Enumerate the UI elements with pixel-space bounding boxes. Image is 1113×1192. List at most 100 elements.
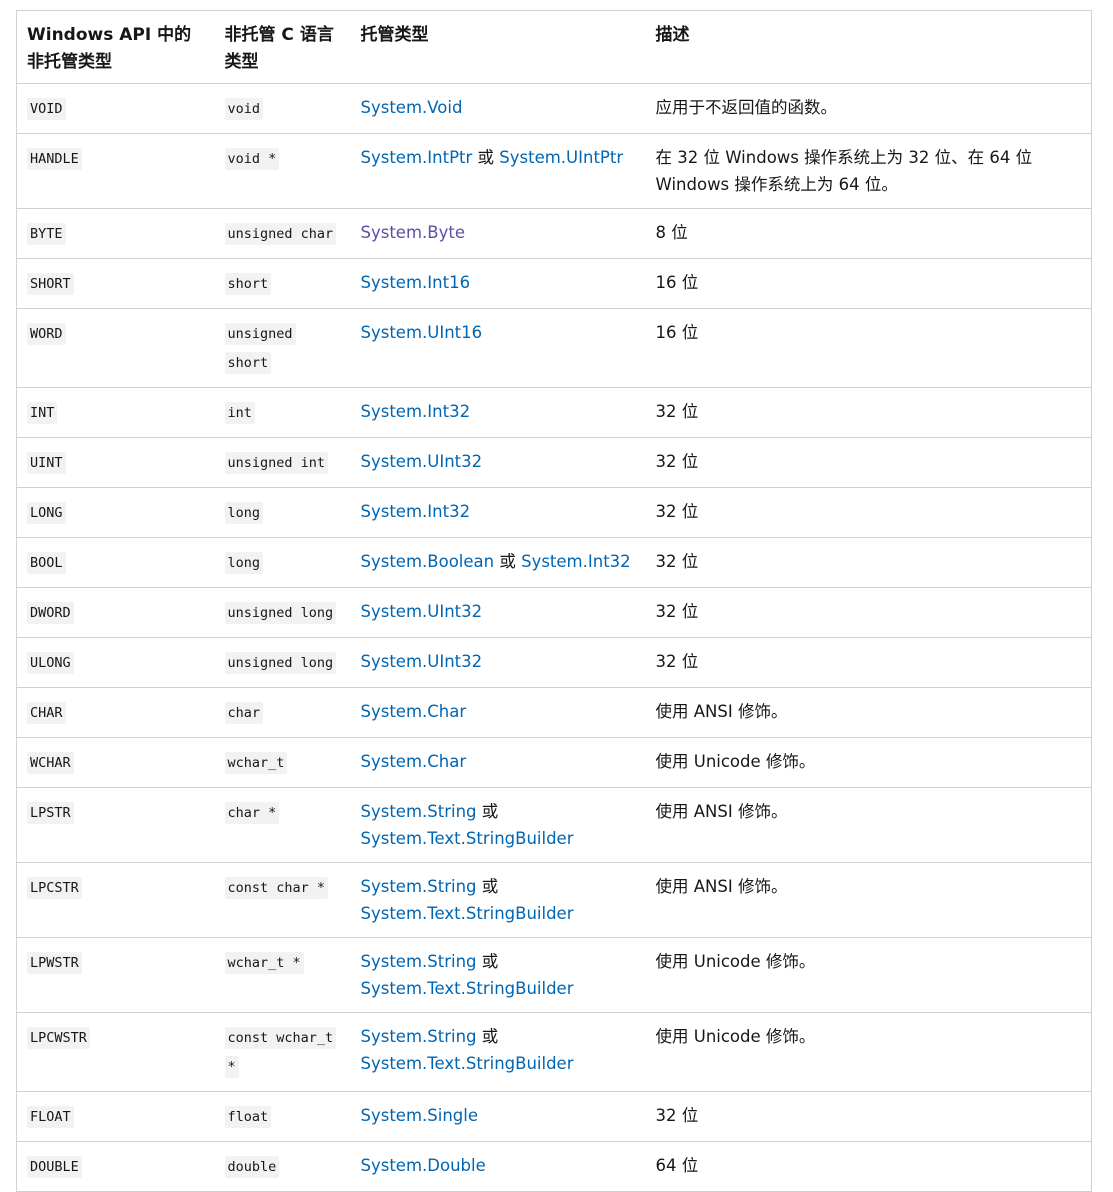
managed-type-cell: System.String 或 System.Text.StringBuilder xyxy=(350,1012,646,1092)
managed-type-link[interactable]: System.String xyxy=(361,802,477,821)
windows-api-type-cell: SHORT xyxy=(16,258,215,309)
managed-type-cell: System.UInt32 xyxy=(350,637,646,688)
description-cell: 使用 ANSI 修饰。 xyxy=(645,862,1092,938)
c-type-cell: short xyxy=(214,258,351,309)
c-type: float xyxy=(224,1106,272,1128)
description-cell: 32 位 xyxy=(645,387,1092,438)
c-type-cell: int xyxy=(214,387,351,438)
managed-type-link[interactable]: System.Text.StringBuilder xyxy=(361,829,574,848)
table-row: LPSTR char * System.String 或 System.Text.St… xyxy=(16,787,1092,863)
c-type-cell: const wchar_t * xyxy=(214,1012,351,1092)
c-type: char * xyxy=(224,802,280,824)
managed-type-cell: System.UInt32 xyxy=(350,437,646,488)
c-type-cell: float xyxy=(214,1091,351,1142)
table-row: WORD unsigned short System.UInt16 16 位 xyxy=(16,308,1092,388)
managed-type-cell: System.Void xyxy=(350,83,646,134)
managed-type-link[interactable]: System.Int32 xyxy=(361,402,471,421)
or-separator: 或 xyxy=(481,802,499,821)
managed-type-link[interactable]: System.Int32 xyxy=(361,502,471,521)
header-row: Windows API 中的非托管类型 非托管 C 语言类型 托管类型 描述 xyxy=(16,10,1092,84)
managed-type-cell: System.String 或 System.Text.StringBuilder xyxy=(350,787,646,863)
windows-api-type-cell: CHAR xyxy=(16,687,215,738)
windows-api-type: LPCWSTR xyxy=(27,1027,90,1049)
description-cell: 32 位 xyxy=(645,537,1092,588)
managed-type-cell: System.String 或 System.Text.StringBuilder xyxy=(350,862,646,938)
c-type-cell: wchar_t * xyxy=(214,937,351,1013)
managed-type-link[interactable]: System.Char xyxy=(361,752,467,771)
windows-api-type: INT xyxy=(27,402,58,424)
table-row: VOID void System.Void 应用于不返回值的函数。 xyxy=(16,83,1092,134)
managed-type-link[interactable]: System.Boolean xyxy=(361,552,495,571)
managed-type-cell: System.Boolean 或 System.Int32 xyxy=(350,537,646,588)
c-type-cell: char xyxy=(214,687,351,738)
c-type: unsigned long xyxy=(224,602,337,624)
description-cell: 使用 Unicode 修饰。 xyxy=(645,1012,1092,1092)
table-row: LONG long System.Int32 32 位 xyxy=(16,487,1092,538)
windows-api-type-cell: FLOAT xyxy=(16,1091,215,1142)
windows-api-type: CHAR xyxy=(27,702,66,724)
managed-type-link[interactable]: System.UInt16 xyxy=(361,323,483,342)
c-type: double xyxy=(224,1156,280,1178)
managed-type-link[interactable]: System.Void xyxy=(361,98,463,117)
windows-api-type-cell: UINT xyxy=(16,437,215,488)
managed-type-link[interactable]: System.String xyxy=(361,1027,477,1046)
header-c-type: 非托管 C 语言类型 xyxy=(214,10,351,84)
managed-type-cell: System.String 或 System.Text.StringBuilder xyxy=(350,937,646,1013)
table-row: DWORD unsigned long System.UInt32 32 位 xyxy=(16,587,1092,638)
windows-api-type: UINT xyxy=(27,452,66,474)
c-type: short xyxy=(224,273,272,295)
table-row: WCHAR wchar_t System.Char 使用 Unicode 修饰。 xyxy=(16,737,1092,788)
windows-api-type: VOID xyxy=(27,98,66,120)
c-type-cell: unsigned short xyxy=(214,308,351,388)
or-separator: 或 xyxy=(477,148,495,167)
managed-type-link[interactable]: System.UInt32 xyxy=(361,652,483,671)
managed-type-link[interactable]: System.UInt32 xyxy=(361,452,483,471)
c-type: const char * xyxy=(224,877,329,899)
managed-type-link[interactable]: System.String xyxy=(361,952,477,971)
windows-api-type-cell: INT xyxy=(16,387,215,438)
type-mapping-table-container: Windows API 中的非托管类型 非托管 C 语言类型 托管类型 描述 V… xyxy=(16,10,1092,1192)
header-managed-type: 托管类型 xyxy=(350,10,646,84)
c-type: unsigned short xyxy=(224,323,296,374)
windows-api-type-cell: LPSTR xyxy=(16,787,215,863)
managed-type-cell: System.Char xyxy=(350,737,646,788)
table-body: VOID void System.Void 应用于不返回值的函数。 HANDLE void… xyxy=(16,83,1092,1192)
description-cell: 32 位 xyxy=(645,437,1092,488)
type-mapping-table: Windows API 中的非托管类型 非托管 C 语言类型 托管类型 描述 V… xyxy=(16,10,1092,1192)
windows-api-type-cell: DOUBLE xyxy=(16,1141,215,1192)
c-type-cell: unsigned char xyxy=(214,208,351,259)
description-cell: 8 位 xyxy=(645,208,1092,259)
description-cell: 16 位 xyxy=(645,258,1092,309)
managed-type-cell: System.Single xyxy=(350,1091,646,1142)
table-row: SHORT short System.Int16 16 位 xyxy=(16,258,1092,309)
managed-type-link[interactable]: System.Single xyxy=(361,1106,479,1125)
managed-type-link[interactable]: System.UInt32 xyxy=(361,602,483,621)
header-description: 描述 xyxy=(645,10,1092,84)
managed-type-cell: System.Byte xyxy=(350,208,646,259)
c-type: wchar_t * xyxy=(224,952,304,974)
managed-type-link[interactable]: System.Double xyxy=(361,1156,486,1175)
windows-api-type: LPSTR xyxy=(27,802,74,824)
managed-type-link[interactable]: System.Text.StringBuilder xyxy=(361,1054,574,1073)
c-type: long xyxy=(224,502,264,524)
managed-type-link[interactable]: System.Text.StringBuilder xyxy=(361,904,574,923)
managed-type-link[interactable]: System.Int32 xyxy=(521,552,631,571)
managed-type-cell: System.IntPtr 或 System.UIntPtr xyxy=(350,133,646,209)
c-type-cell: void * xyxy=(214,133,351,209)
windows-api-type: LPCSTR xyxy=(27,877,82,899)
table-row: DOUBLE double System.Double 64 位 xyxy=(16,1141,1092,1192)
or-separator: 或 xyxy=(481,1027,499,1046)
table-row: BOOL long System.Boolean 或 System.Int32 32 … xyxy=(16,537,1092,588)
managed-type-link[interactable]: System.Byte xyxy=(361,223,465,242)
table-row: HANDLE void * System.IntPtr 或 System.UIntP… xyxy=(16,133,1092,209)
windows-api-type-cell: WORD xyxy=(16,308,215,388)
managed-type-link[interactable]: System.Text.StringBuilder xyxy=(361,979,574,998)
managed-type-link[interactable]: System.Int16 xyxy=(361,273,471,292)
c-type-cell: char * xyxy=(214,787,351,863)
managed-type-link[interactable]: System.IntPtr xyxy=(361,148,473,167)
managed-type-link[interactable]: System.Char xyxy=(361,702,467,721)
managed-type-link[interactable]: System.String xyxy=(361,877,477,896)
windows-api-type: FLOAT xyxy=(27,1106,74,1128)
managed-type-link[interactable]: System.UIntPtr xyxy=(499,148,623,167)
windows-api-type-cell: DWORD xyxy=(16,587,215,638)
